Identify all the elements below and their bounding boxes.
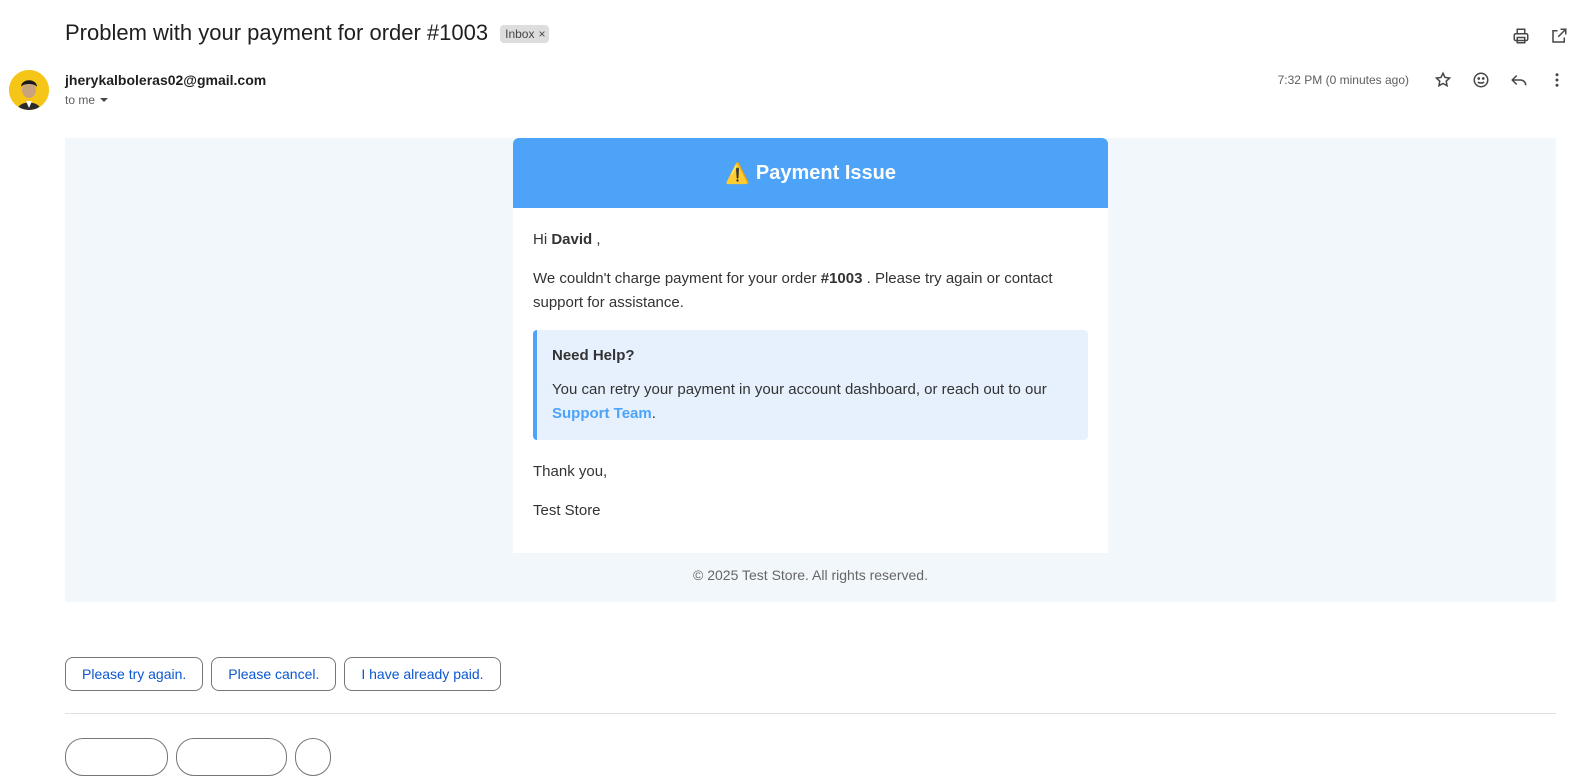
emoji-icon[interactable] [1471,70,1491,90]
thanks-text: Thank you, [533,463,608,480]
help-title: Need Help? [552,347,635,364]
inbox-label-text: Inbox [505,27,535,41]
reply-button[interactable] [65,738,168,776]
timestamp: 7:32 PM (0 minutes ago) [1277,73,1409,87]
recipient-details[interactable]: to me [65,93,266,107]
email-card: ⚠️ Payment Issue Hi David , We couldn't … [513,138,1108,553]
customer-name: David [551,231,593,248]
signature: Test Store [533,502,601,519]
card-header: ⚠️ Payment Issue [513,138,1108,208]
help-text: You can retry your payment in your accou… [552,381,1047,422]
bottom-action-buttons [65,738,331,776]
email-body-background: ⚠️ Payment Issue Hi David , We couldn't … [65,138,1556,602]
forward-button[interactable] [176,738,287,776]
divider [65,713,1556,714]
sender-avatar[interactable] [9,70,49,110]
top-actions [1511,26,1569,46]
sender-email[interactable]: jherykalboleras02@gmail.com [65,72,266,88]
inbox-label-chip[interactable]: Inbox × [500,25,550,43]
message-actions: 7:32 PM (0 minutes ago) [1278,70,1567,90]
warning-icon: ⚠️ [725,162,750,185]
greeting: Hi David , [533,231,601,248]
order-number: #1003 [820,270,863,287]
card-title: Payment Issue [755,161,896,184]
print-icon[interactable] [1511,26,1531,46]
open-in-new-window-icon[interactable] [1549,26,1569,46]
emoji-reaction-button[interactable] [295,738,331,776]
smart-reply-try-again[interactable]: Please try again. [65,657,204,691]
subject-row: Problem with your payment for order #100… [65,20,550,46]
help-box: Need Help? You can retry your payment in… [533,330,1088,440]
reply-icon[interactable] [1509,70,1529,90]
chevron-down-icon[interactable] [99,95,109,105]
footer-copyright: © 2025 Test Store. All rights reserved. [693,567,928,583]
smart-replies: Please try again. Please cancel. I have … [65,657,501,691]
smart-reply-already-paid[interactable]: I have already paid. [344,657,501,691]
more-vert-icon[interactable] [1547,70,1567,90]
email-subject: Problem with your payment for order #100… [65,20,489,45]
recipient-text: to me [65,93,96,107]
star-icon[interactable] [1433,70,1453,90]
message: We couldn't charge payment for your orde… [533,270,1053,311]
card-body: Hi David , We couldn't charge payment fo… [513,208,1108,553]
support-team-link[interactable]: Support Team [552,405,652,422]
smart-reply-cancel[interactable]: Please cancel. [211,657,337,691]
remove-label-button[interactable]: × [538,27,545,41]
sender-block: jherykalboleras02@gmail.com to me [65,72,266,107]
